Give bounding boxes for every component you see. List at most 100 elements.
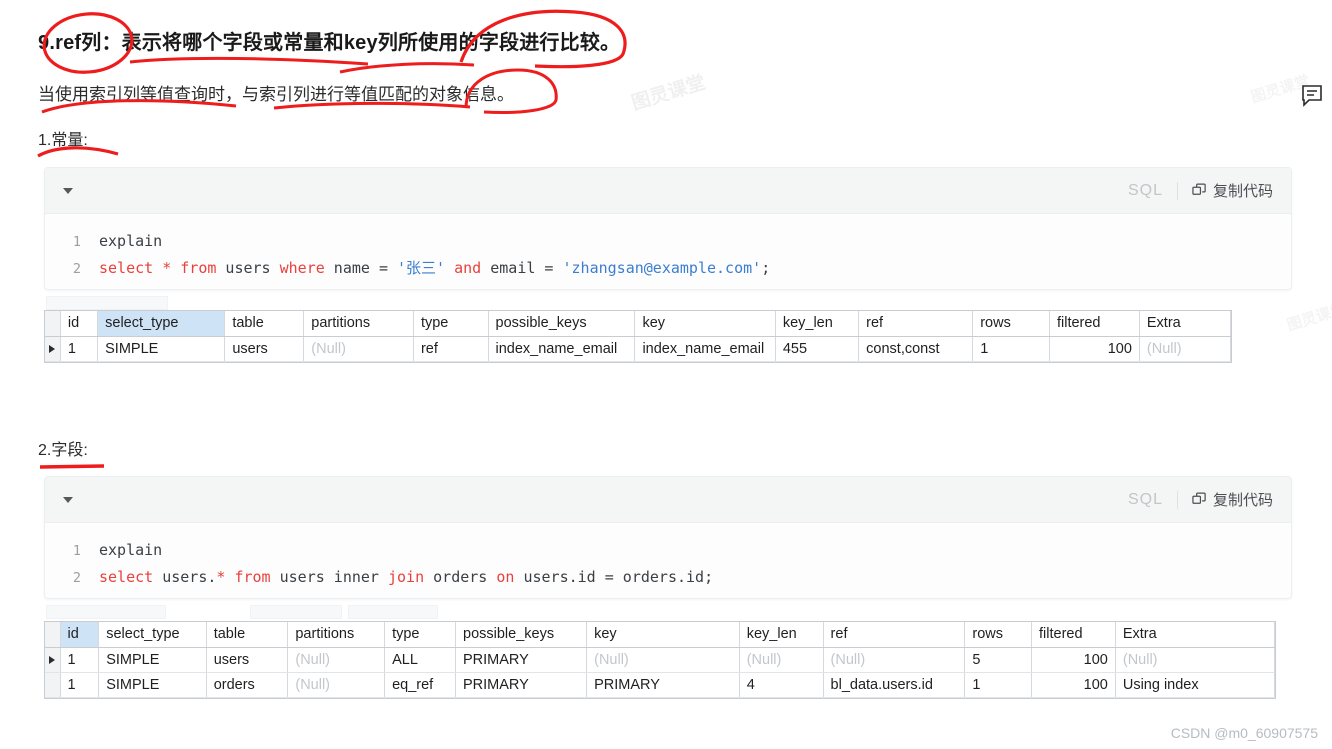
cell-possible_keys[interactable]: PRIMARY: [455, 647, 588, 673]
code-card-field: SQL 复制代码 1 explain 2 select users.* from us…: [44, 476, 1292, 599]
cell-key_len[interactable]: 4: [739, 672, 824, 698]
cell-id[interactable]: 1: [60, 672, 100, 698]
table-row[interactable]: 1 SIMPLE orders (Null) eq_ref PRIMARY PRIMARY 4…: [45, 672, 1276, 698]
row-marker[interactable]: [45, 336, 61, 362]
table-row[interactable]: 1 SIMPLE users (Null) ALL PRIMARY (Null) (Null)…: [45, 647, 1276, 673]
column-header-rows[interactable]: rows: [964, 622, 1033, 648]
cell-type[interactable]: ALL: [384, 647, 456, 673]
column-header-partitions[interactable]: partitions: [287, 622, 386, 648]
caret-down-icon[interactable]: [63, 496, 73, 503]
cell-partitions[interactable]: (Null): [287, 672, 386, 698]
annotation-underline-title-2: [338, 58, 478, 80]
cell-rows[interactable]: 1: [964, 672, 1033, 698]
column-header-extra[interactable]: Extra: [1139, 311, 1232, 337]
row-marker-header: [45, 622, 61, 648]
code-text: explain: [99, 541, 163, 559]
code-text: explain: [99, 232, 163, 250]
cell-possible_keys[interactable]: PRIMARY: [455, 672, 588, 698]
column-header-key_len[interactable]: key_len: [739, 622, 824, 648]
cell-table[interactable]: users: [206, 647, 289, 673]
column-header-possible_keys[interactable]: possible_keys: [455, 622, 588, 648]
result-grid-field[interactable]: id select_type table partitions type possible…: [44, 621, 1276, 699]
cell-select_type[interactable]: SIMPLE: [98, 647, 207, 673]
column-header-type[interactable]: type: [413, 311, 489, 337]
cell-table[interactable]: users: [224, 336, 305, 362]
table-header-row: id select_type table partitions type possible…: [45, 622, 1276, 648]
cell-filtered[interactable]: 100: [1031, 647, 1116, 673]
code-line: 2 select * from users where name = '张三' a…: [45, 255, 1291, 282]
cell-filtered[interactable]: 100: [1049, 336, 1140, 362]
cell-type[interactable]: ref: [413, 336, 489, 362]
cell-possible_keys[interactable]: index_name_email: [488, 336, 636, 362]
column-header-key_len[interactable]: key_len: [775, 311, 860, 337]
watermark-brand-table: 图灵课堂: [1285, 300, 1332, 335]
cell-select_type[interactable]: SIMPLE: [98, 672, 207, 698]
copy-code-button[interactable]: 复制代码: [1192, 489, 1273, 510]
watermark-brand: 图灵课堂: [629, 72, 709, 115]
annotation-underline-title-1: [128, 52, 378, 74]
cell-extra[interactable]: Using index: [1115, 672, 1276, 698]
column-header-id[interactable]: id: [60, 622, 100, 648]
column-header-possible_keys[interactable]: possible_keys: [488, 311, 636, 337]
cell-partitions[interactable]: (Null): [287, 647, 386, 673]
column-header-partitions[interactable]: partitions: [303, 311, 414, 337]
column-header-ref[interactable]: ref: [823, 622, 966, 648]
footer-watermark: CSDN @m0_60907575: [1170, 725, 1318, 741]
column-header-key[interactable]: key: [586, 622, 740, 648]
grid-toolbar-ghost-2b: [250, 605, 342, 619]
code-toolbar: SQL 复制代码: [45, 477, 1291, 523]
cell-ref[interactable]: bl_data.users.id: [823, 672, 966, 698]
cell-key[interactable]: PRIMARY: [586, 672, 740, 698]
code-line: 1 explain: [45, 537, 1291, 564]
cell-rows[interactable]: 5: [964, 647, 1033, 673]
column-header-extra[interactable]: Extra: [1115, 622, 1276, 648]
column-header-type[interactable]: type: [384, 622, 456, 648]
page-root: 图灵课堂 图灵课堂 图灵课堂 9.ref列：表示将哪个字段或常量和key列所使用…: [0, 0, 1332, 749]
code-toolbar: SQL 复制代码: [45, 168, 1291, 214]
table-row[interactable]: 1 SIMPLE users (Null) ref index_name_email ind…: [45, 336, 1232, 362]
column-header-select_type[interactable]: select_type: [97, 311, 226, 337]
code-body-constant[interactable]: 1 explain 2 select * from users where name …: [45, 214, 1291, 298]
cell-key[interactable]: index_name_email: [634, 336, 776, 362]
toolbar-divider: [1176, 490, 1178, 509]
copy-code-button[interactable]: 复制代码: [1192, 180, 1273, 201]
cell-id[interactable]: 1: [60, 647, 100, 673]
cell-extra[interactable]: (Null): [1115, 647, 1276, 673]
caret-down-icon[interactable]: [63, 187, 73, 194]
column-header-rows[interactable]: rows: [972, 311, 1050, 337]
code-body-field[interactable]: 1 explain 2 select users.* from users inner…: [45, 523, 1291, 607]
cell-key[interactable]: (Null): [586, 647, 740, 673]
column-header-key[interactable]: key: [634, 311, 776, 337]
cell-select_type[interactable]: SIMPLE: [97, 336, 226, 362]
row-marker[interactable]: [45, 672, 61, 698]
code-text: select * from users where name = '张三' an…: [99, 259, 771, 277]
cell-rows[interactable]: 1: [972, 336, 1050, 362]
column-header-select_type[interactable]: select_type: [98, 622, 207, 648]
row-marker[interactable]: [45, 647, 61, 673]
grid-toolbar-ghost-2a: [46, 605, 166, 619]
cell-id[interactable]: 1: [60, 336, 99, 362]
line-number: 1: [72, 234, 81, 250]
column-header-filtered[interactable]: filtered: [1031, 622, 1116, 648]
cell-type[interactable]: eq_ref: [384, 672, 456, 698]
cell-extra[interactable]: (Null): [1139, 336, 1232, 362]
row-selected-arrow-icon: [49, 655, 56, 664]
code-language-label: SQL: [1127, 490, 1163, 508]
column-header-table[interactable]: table: [224, 311, 305, 337]
cell-ref[interactable]: const,const: [858, 336, 974, 362]
cell-key_len[interactable]: 455: [775, 336, 860, 362]
section-label-field: 2.字段:: [38, 442, 88, 459]
column-header-ref[interactable]: ref: [858, 311, 974, 337]
line-number: 2: [72, 570, 81, 586]
cell-key_len[interactable]: (Null): [739, 647, 824, 673]
cell-ref[interactable]: (Null): [823, 647, 966, 673]
column-header-filtered[interactable]: filtered: [1049, 311, 1140, 337]
column-header-id[interactable]: id: [60, 311, 99, 337]
result-grid-constant[interactable]: id select_type table partitions type possible…: [44, 310, 1232, 363]
row-marker-header: [45, 311, 61, 337]
comment-bubble-icon[interactable]: [1300, 83, 1324, 107]
cell-filtered[interactable]: 100: [1031, 672, 1116, 698]
column-header-table[interactable]: table: [206, 622, 289, 648]
cell-partitions[interactable]: (Null): [303, 336, 414, 362]
cell-table[interactable]: orders: [206, 672, 289, 698]
